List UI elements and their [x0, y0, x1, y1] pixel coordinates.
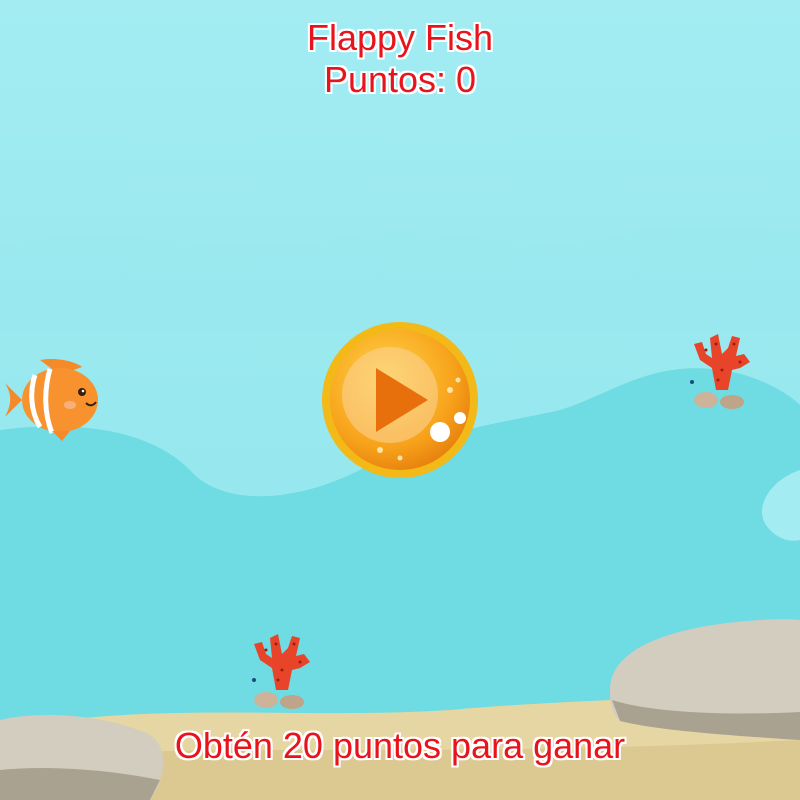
fish-icon — [5, 358, 98, 441]
play-button[interactable] — [320, 320, 480, 480]
score-label: Puntos: 0 — [323, 59, 477, 100]
coral-icon — [690, 334, 750, 409]
game-title: Flappy Fish — [306, 17, 494, 58]
goal-instructions: Obtén 20 puntos para ganar — [174, 725, 626, 766]
game-canvas[interactable]: Flappy Fish Puntos: 0 Obtén 20 puntos pa… — [0, 0, 800, 800]
coral-icon — [252, 634, 310, 709]
